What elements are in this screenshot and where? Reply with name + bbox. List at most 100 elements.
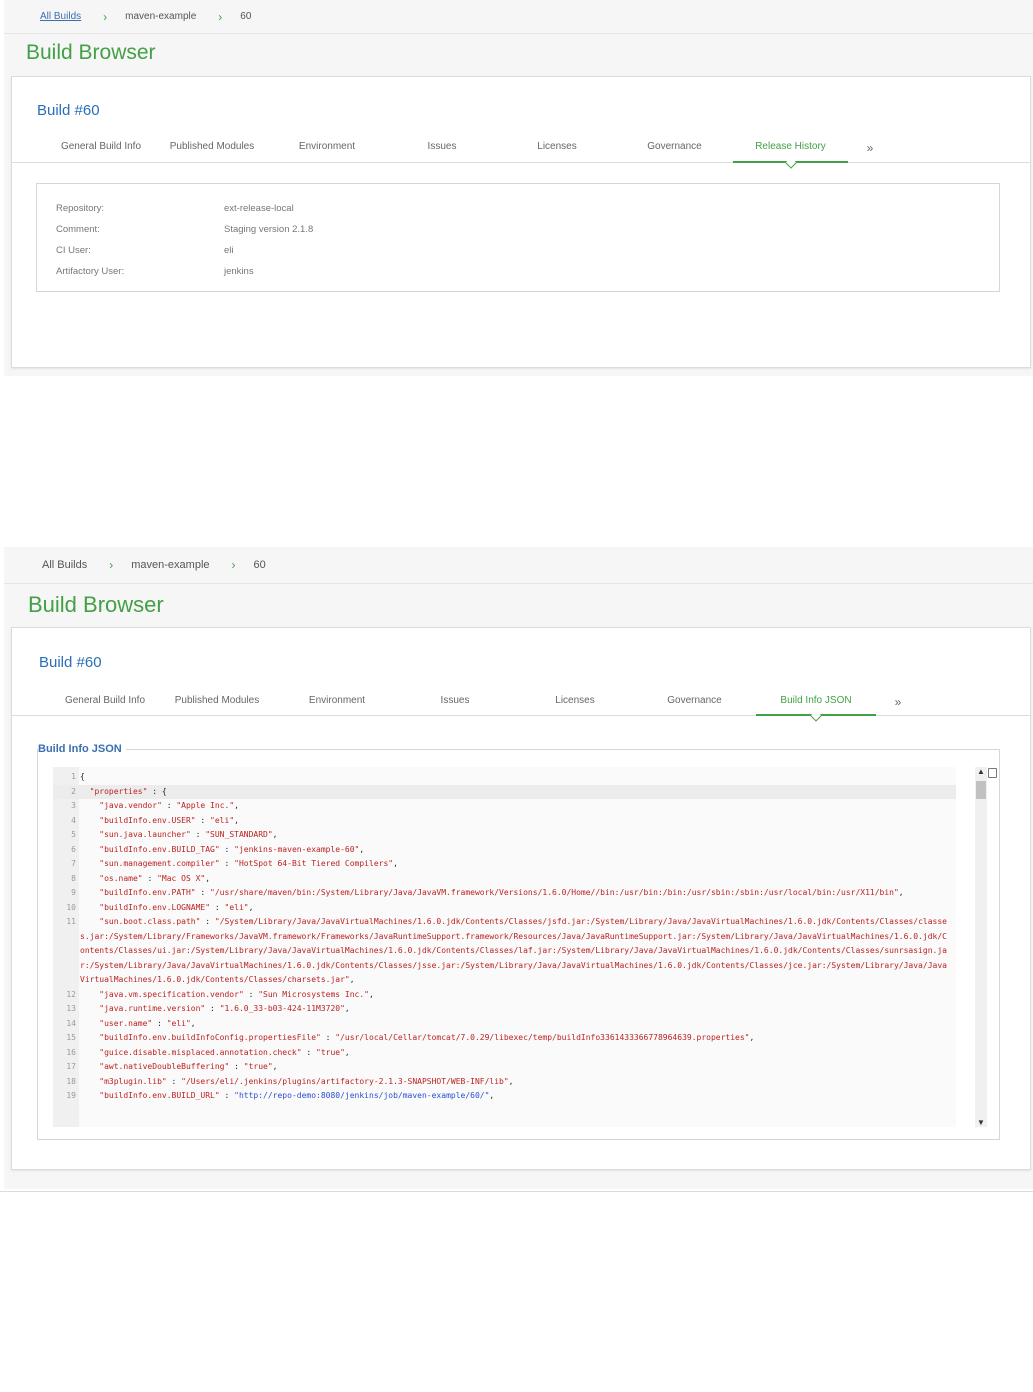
info-value: Staging version 2.1.8 [224, 224, 314, 235]
page-title: Build Browser [26, 41, 156, 64]
line-text: "buildInfo.env.BUILD_TAG" : "jenkins-mav… [99, 844, 365, 854]
line-text: "sun.java.launcher" : "SUN_STANDARD", [99, 830, 278, 839]
arrow-down-icon[interactable]: ▼ [977, 1118, 985, 1127]
line-number: 14 [66, 1018, 76, 1028]
line-text: "buildInfo.env.USER" : "eli", [99, 815, 239, 825]
line-text: "buildInfo.env.BUILD_URL" : "http://repo… [99, 1091, 495, 1100]
breadcrumb-build-name[interactable]: maven-example [131, 559, 209, 571]
line-text: "user.name" : "eli", [99, 1018, 196, 1028]
info-value: eli [224, 245, 234, 256]
code-line: 11 "sun.boot.class.path" : "/System/Libr… [53, 915, 956, 988]
breadcrumb-all-builds[interactable]: All Builds [42, 559, 87, 571]
tabs-more-icon[interactable]: » [888, 695, 908, 716]
build-browser-release-history-screen: All Builds › maven-example › 60 Build Br… [4, 0, 1033, 376]
breadcrumb: All Builds › maven-example › 60 [4, 0, 1033, 34]
code-line: 7 "sun.management.compiler" : "HotSpot 6… [53, 857, 956, 872]
info-label: Comment: [56, 224, 100, 235]
breadcrumb-build-name[interactable]: maven-example [125, 11, 196, 22]
tab-environment[interactable]: Environment [292, 695, 382, 716]
tab-environment[interactable]: Environment [282, 141, 372, 163]
code-line: 17 "awt.nativeDoubleBuffering" : "true", [53, 1060, 956, 1075]
code-line: 13 "java.runtime.version" : "1.6.0_33-b0… [53, 1002, 956, 1017]
code-line: 5 "sun.java.launcher" : "SUN_STANDARD", [53, 828, 956, 843]
line-number: 9 [71, 888, 76, 897]
info-row-comment: Comment: Staging version 2.1.8 [37, 224, 999, 245]
line-text: "properties" : { [89, 786, 167, 796]
tabs-more-icon[interactable]: » [860, 141, 880, 163]
tab-governance[interactable]: Governance [632, 141, 717, 163]
line-number: 15 [66, 1033, 76, 1042]
chevron-right-icon: › [103, 9, 108, 24]
json-section: 1{2 "properties" : {3 "java.vendor" : "A… [37, 749, 1000, 1140]
chevron-right-icon: › [218, 9, 223, 24]
tab-licenses[interactable]: Licenses [540, 695, 610, 716]
line-text: "awt.nativeDoubleBuffering" : "true", [99, 1062, 278, 1071]
tab-build-info-json[interactable]: Build Info JSON [756, 695, 876, 716]
build-number-heading: Build #60 [37, 102, 100, 119]
build-number-heading: Build #60 [39, 654, 102, 671]
tab-issues[interactable]: Issues [425, 695, 485, 716]
line-number: 8 [71, 873, 76, 883]
page-divider [0, 1191, 1033, 1192]
line-text: "m3plugin.lib" : "/Users/eli/.jenkins/pl… [99, 1076, 514, 1086]
code-line: 15 "buildInfo.env.buildInfoConfig.proper… [53, 1031, 956, 1046]
info-label: CI User: [56, 245, 91, 256]
line-number: 18 [66, 1076, 76, 1086]
scrollbar-thumb[interactable] [976, 781, 986, 799]
tab-general-build-info[interactable]: General Build Info [52, 695, 158, 716]
json-code-editor[interactable]: 1{2 "properties" : {3 "java.vendor" : "A… [53, 767, 956, 1127]
breadcrumb-all-builds[interactable]: All Builds [40, 11, 81, 22]
info-value: ext-release-local [224, 203, 294, 214]
line-text: "sun.boot.class.path" : "/System/Library… [80, 917, 947, 984]
line-number: 3 [71, 801, 76, 810]
info-label: Artifactory User: [56, 266, 125, 277]
line-text: "java.vendor" : "Apple Inc.", [99, 801, 239, 810]
arrow-up-icon[interactable]: ▲ [977, 767, 985, 776]
chevron-right-icon: › [109, 558, 114, 572]
page-title: Build Browser [28, 592, 164, 617]
line-number: 4 [71, 815, 76, 825]
tab-published-modules[interactable]: Published Modules [167, 695, 267, 716]
chevron-right-icon: › [231, 558, 236, 572]
copy-icon[interactable] [988, 768, 997, 778]
tab-issues[interactable]: Issues [412, 141, 472, 163]
info-row-artifactory-user: Artifactory User: jenkins [37, 266, 999, 287]
info-row-ci-user: CI User: eli [37, 245, 999, 266]
code-line: 12 "java.vm.specification.vendor" : "Sun… [53, 988, 956, 1003]
line-text: "java.runtime.version" : "1.6.0_33-b03-4… [99, 1004, 350, 1013]
line-text: "buildInfo.env.PATH" : "/usr/share/maven… [99, 888, 904, 897]
line-number: 10 [66, 902, 76, 912]
tab-governance[interactable]: Governance [652, 695, 737, 716]
line-number: 7 [71, 859, 76, 868]
json-code: 1{2 "properties" : {3 "java.vendor" : "A… [53, 770, 956, 1104]
code-line: 4 "buildInfo.env.USER" : "eli", [53, 814, 956, 829]
code-line: 16 "guice.disable.misplaced.annotation.c… [53, 1046, 956, 1061]
info-row-repository: Repository: ext-release-local [37, 203, 999, 224]
line-text: { [80, 772, 85, 781]
line-number: 17 [66, 1062, 76, 1071]
code-line: 2 "properties" : { [53, 784, 956, 799]
line-text: "sun.management.compiler" : "HotSpot 64-… [99, 859, 398, 868]
code-line: 3 "java.vendor" : "Apple Inc.", [53, 799, 956, 814]
build-tabs: General Build Info Published Modules Env… [12, 139, 1030, 163]
line-text: "buildInfo.env.LOGNAME" : "eli", [99, 902, 254, 912]
code-line: 10 "buildInfo.env.LOGNAME" : "eli", [53, 901, 956, 916]
editor-scrollbar[interactable]: ▲ ▼ [975, 767, 987, 1127]
breadcrumb-build-number: 60 [253, 559, 266, 571]
release-info-box: Repository: ext-release-local Comment: S… [36, 183, 1000, 292]
build-card: Build #60 General Build Info Published M… [11, 76, 1031, 368]
code-line: 1{ [53, 770, 956, 785]
info-value: jenkins [224, 266, 254, 277]
code-line: 18 "m3plugin.lib" : "/Users/eli/.jenkins… [53, 1075, 956, 1090]
breadcrumb: All Builds › maven-example › 60 [4, 547, 1033, 584]
breadcrumb-build-number: 60 [240, 11, 252, 22]
line-number: 11 [66, 917, 76, 926]
tab-general-build-info[interactable]: General Build Info [48, 141, 154, 163]
line-number: 13 [66, 1004, 76, 1013]
code-line: 8 "os.name" : "Mac OS X", [53, 872, 956, 887]
line-text: "buildInfo.env.buildInfoConfig.propertie… [99, 1033, 755, 1042]
tab-published-modules[interactable]: Published Modules [162, 141, 262, 163]
json-section-label: Build Info JSON [38, 743, 126, 755]
tab-release-history[interactable]: Release History [733, 141, 848, 163]
tab-licenses[interactable]: Licenses [522, 141, 592, 163]
